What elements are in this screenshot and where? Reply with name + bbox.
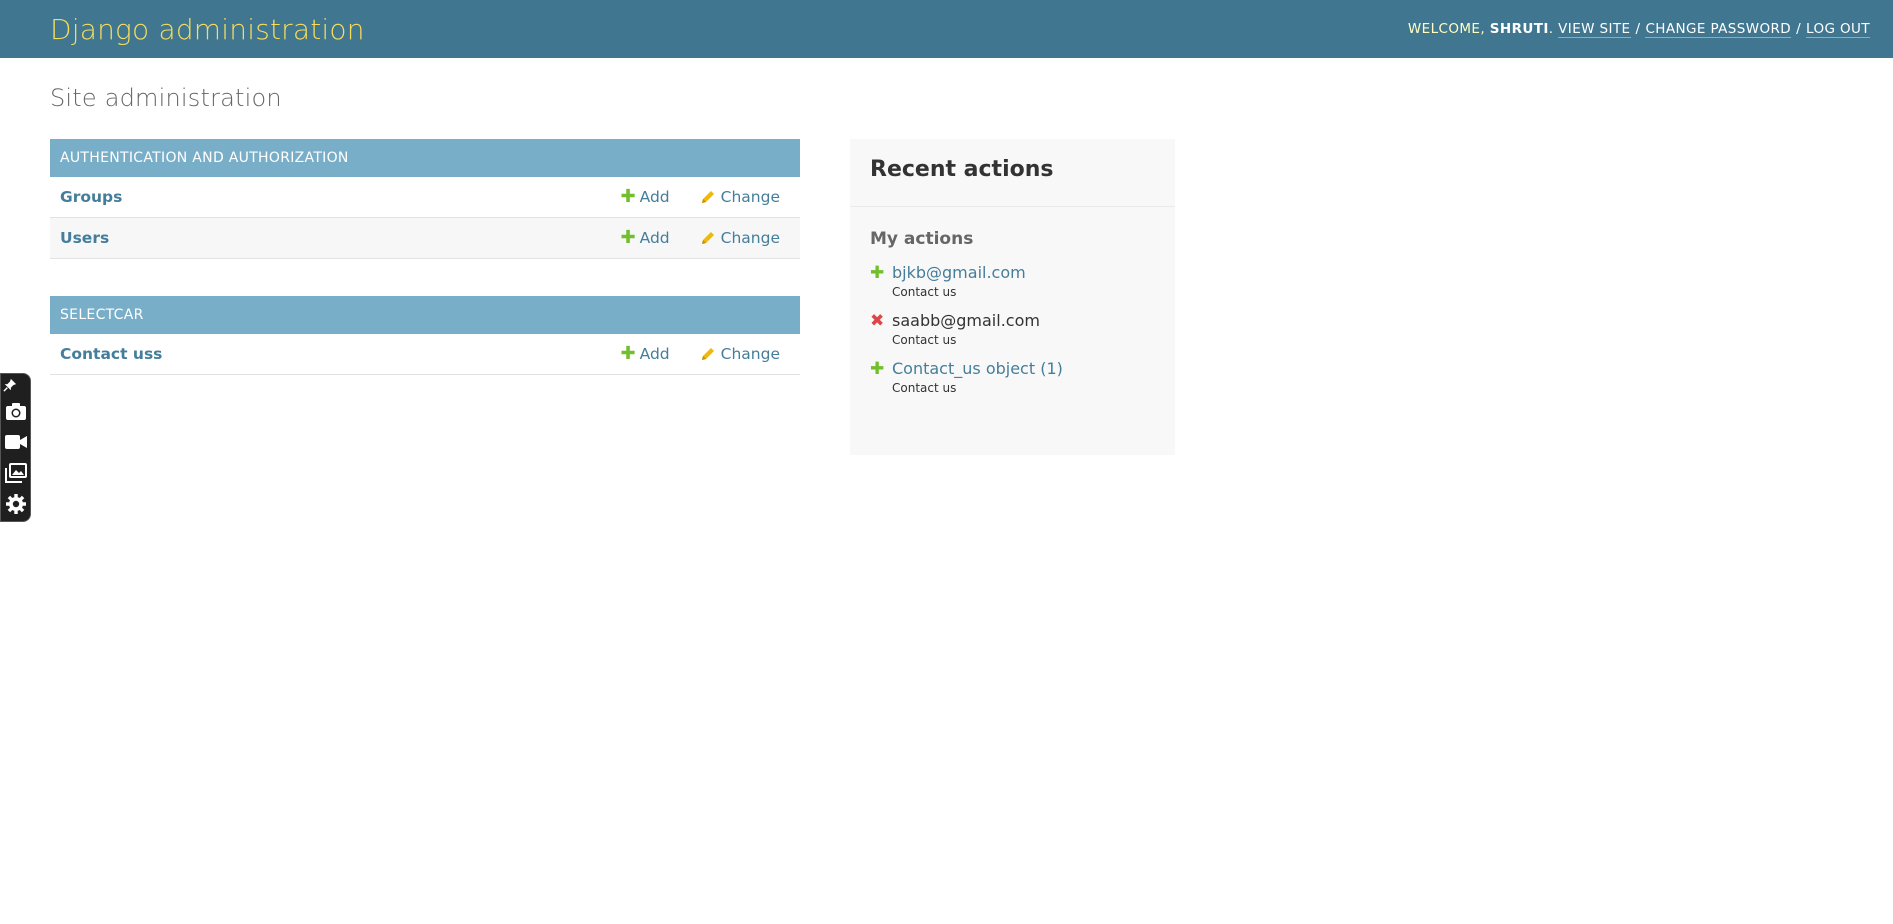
welcome-text: WELCOME, <box>1407 21 1486 37</box>
model-link-groups[interactable]: Groups <box>60 188 591 206</box>
change-label: Change <box>720 229 780 247</box>
contact-uss-change-link[interactable]: Change <box>700 345 780 363</box>
action-object-text: saabb@gmail.com <box>892 311 1040 330</box>
action-content-type: Contact us <box>892 333 957 347</box>
capture-widget <box>0 373 31 522</box>
plus-icon: ✚ <box>620 186 636 207</box>
model-row-users: Users ✚ Add Change <box>50 218 800 259</box>
list-item: ✚ Contact_us object (1) Contact us <box>870 359 1155 395</box>
video-camera-icon[interactable] <box>4 430 28 454</box>
header: Django administration WELCOME, SHRUTI . … <box>0 0 1893 58</box>
users-add-link[interactable]: ✚ Add <box>620 227 670 248</box>
change-label: Change <box>720 188 780 206</box>
module-caption[interactable]: AUTHENTICATION AND AUTHORIZATION <box>50 139 800 177</box>
users-change-link[interactable]: Change <box>700 229 780 247</box>
camera-icon[interactable] <box>4 399 28 423</box>
change-password-link[interactable]: CHANGE PASSWORD <box>1645 21 1792 38</box>
action-list: ✚ bjkb@gmail.com Contact us ✖ saabb@gmai… <box>850 249 1175 395</box>
username: SHRUTI <box>1489 21 1549 37</box>
separator: / <box>1635 21 1641 37</box>
pin-icon[interactable] <box>2 378 17 392</box>
plus-icon: ✚ <box>620 227 636 248</box>
groups-change-link[interactable]: Change <box>700 188 780 206</box>
add-label: Add <box>639 229 670 247</box>
separator: / <box>1796 21 1802 37</box>
groups-add-link[interactable]: ✚ Add <box>620 186 670 207</box>
site-brand[interactable]: Django administration <box>50 13 365 46</box>
add-label: Add <box>639 188 670 206</box>
plus-icon: ✚ <box>870 359 885 379</box>
page-title: Site administration <box>50 84 282 112</box>
pencil-icon <box>701 191 714 203</box>
recent-actions-panel: Recent actions My actions ✚ bjkb@gmail.c… <box>850 139 1175 455</box>
gallery-icon[interactable] <box>4 461 28 485</box>
list-item: ✖ saabb@gmail.com Contact us <box>870 311 1155 347</box>
action-object-link[interactable]: Contact_us object (1) <box>892 359 1063 379</box>
recent-actions-title: Recent actions <box>850 139 1175 207</box>
action-content-type: Contact us <box>892 381 957 395</box>
add-label: Add <box>639 345 670 363</box>
x-icon: ✖ <box>870 311 885 331</box>
action-content-type: Contact us <box>892 285 957 299</box>
app-module-auth: AUTHENTICATION AND AUTHORIZATION Groups … <box>50 139 800 259</box>
module-caption[interactable]: SELECTCAR <box>50 296 800 334</box>
app-module-selectcar: SELECTCAR Contact uss ✚ Add Change <box>50 296 800 375</box>
plus-icon: ✚ <box>870 263 885 283</box>
my-actions-title: My actions <box>870 229 974 249</box>
action-object-link[interactable]: bjkb@gmail.com <box>892 263 1026 283</box>
gear-icon[interactable] <box>4 492 28 516</box>
model-row-contact-uss: Contact uss ✚ Add Change <box>50 334 800 375</box>
pencil-icon <box>701 232 714 244</box>
user-tools: WELCOME, SHRUTI . VIEW SITE / CHANGE PAS… <box>1408 21 1870 38</box>
pencil-icon <box>701 348 714 360</box>
model-link-users[interactable]: Users <box>60 229 591 247</box>
list-item: ✚ bjkb@gmail.com Contact us <box>870 263 1155 299</box>
model-row-groups: Groups ✚ Add Change <box>50 177 800 218</box>
change-label: Change <box>720 345 780 363</box>
plus-icon: ✚ <box>620 343 636 364</box>
contact-uss-add-link[interactable]: ✚ Add <box>620 343 670 364</box>
view-site-link[interactable]: VIEW SITE <box>1558 21 1631 38</box>
model-link-contact-uss[interactable]: Contact uss <box>60 345 591 363</box>
log-out-link[interactable]: LOG OUT <box>1806 21 1870 38</box>
